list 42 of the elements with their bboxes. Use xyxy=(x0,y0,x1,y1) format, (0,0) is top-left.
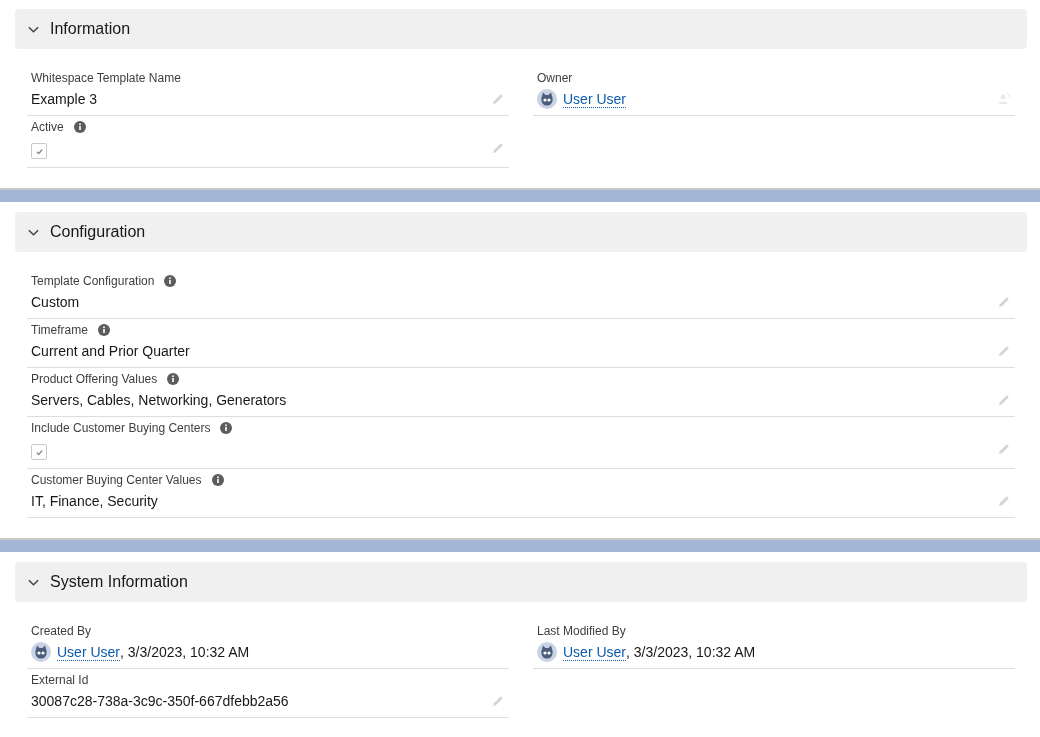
field-label: External Id xyxy=(31,673,89,687)
section-header[interactable]: System Information xyxy=(15,562,1027,602)
pencil-icon[interactable] xyxy=(997,393,1011,407)
field-label: Product Offering Values xyxy=(31,372,158,386)
timestamp: , 3/3/2023, 10:32 AM xyxy=(626,644,756,660)
field-label: Created By xyxy=(31,624,92,638)
user-link[interactable]: User User xyxy=(563,90,626,108)
timestamp: , 3/3/2023, 10:32 AM xyxy=(120,644,250,660)
field-value: Custom xyxy=(31,294,80,310)
info-icon[interactable] xyxy=(167,373,180,385)
info-icon[interactable] xyxy=(73,121,86,133)
pencil-icon[interactable] xyxy=(997,344,1011,358)
pencil-icon[interactable] xyxy=(997,295,1011,309)
field-value: Current and Prior Quarter xyxy=(31,343,190,359)
user-link[interactable]: User User xyxy=(563,643,626,661)
field-value: Example 3 xyxy=(31,91,98,107)
info-icon[interactable] xyxy=(97,324,110,336)
field-label: Timeframe xyxy=(31,323,88,337)
section-header[interactable]: Information xyxy=(15,9,1027,49)
avatar-icon xyxy=(31,642,51,662)
user-link[interactable]: User User xyxy=(57,643,120,661)
field-label: Active xyxy=(31,120,64,134)
info-icon[interactable] xyxy=(164,275,177,287)
avatar-icon xyxy=(537,642,557,662)
avatar-icon xyxy=(537,89,557,109)
field-label: Customer Buying Center Values xyxy=(31,473,202,487)
field-value: 30087c28-738a-3c9c-350f-667dfebb2a56 xyxy=(31,693,289,709)
field-label: Last Modified By xyxy=(537,624,626,638)
field-label: Owner xyxy=(537,71,573,85)
field-value: IT, Finance, Security xyxy=(31,493,158,509)
pencil-icon[interactable] xyxy=(491,92,505,106)
pencil-icon[interactable] xyxy=(491,694,505,708)
field-label: Template Configuration xyxy=(31,274,155,288)
pencil-icon[interactable] xyxy=(997,442,1011,456)
pencil-icon[interactable] xyxy=(997,494,1011,508)
section-header[interactable]: Configuration xyxy=(15,212,1027,252)
pencil-icon[interactable] xyxy=(491,141,505,155)
field-label: Include Customer Buying Centers xyxy=(31,421,211,435)
info-icon[interactable] xyxy=(211,474,224,486)
info-icon[interactable] xyxy=(220,422,233,434)
field-label: Whitespace Template Name xyxy=(31,71,181,85)
field-value: Servers, Cables, Networking, Generators xyxy=(31,392,287,408)
